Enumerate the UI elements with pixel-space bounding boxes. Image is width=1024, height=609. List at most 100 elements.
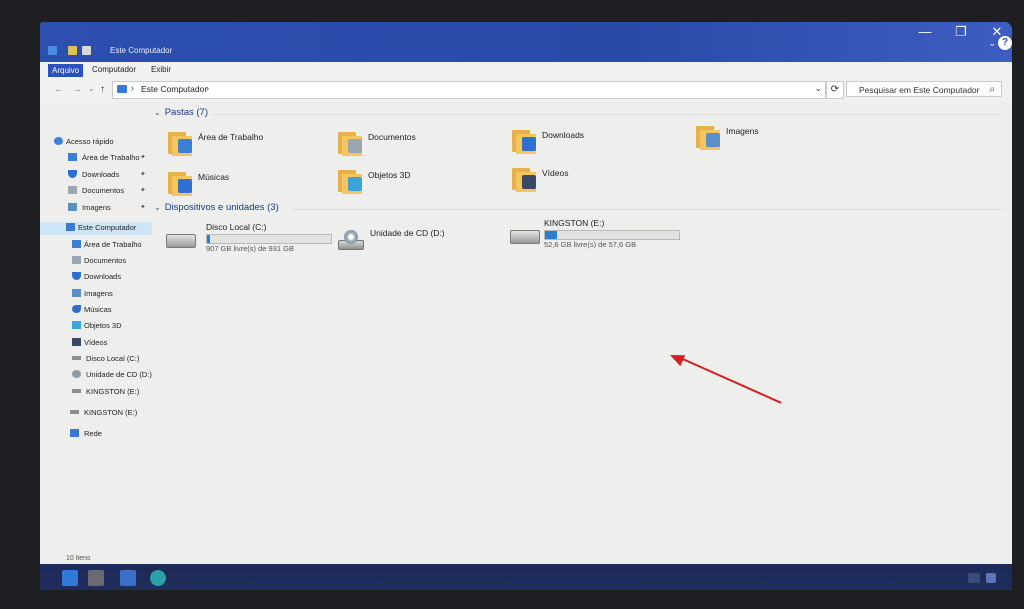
sidebar-item-pc-downloads[interactable]: Downloads: [40, 271, 152, 284]
sidebar-item-pc-area-de-trabalho[interactable]: Área de Trabalho: [40, 239, 152, 252]
content-pane: ⌄ Pastas (7) Área de Trabalho Documentos …: [152, 102, 1012, 566]
sidebar-item-pc-objetos-3d[interactable]: Objetos 3D: [40, 320, 152, 333]
pictures-icon: [68, 203, 77, 211]
folder-icon: [696, 120, 722, 150]
system-tray-icon[interactable]: [968, 573, 980, 583]
file-explorer-taskbar-icon[interactable]: [88, 570, 104, 586]
drive-usage-bar: [544, 230, 680, 240]
hard-drive-icon: [72, 356, 81, 360]
sidebar-item-este-computador[interactable]: Este Computador: [40, 222, 152, 235]
notification-icon[interactable]: [986, 573, 996, 583]
search-input[interactable]: Pesquisar em Este Computador ⌕: [846, 81, 1002, 97]
sidebar-item-pc-musicas[interactable]: Músicas: [40, 304, 152, 317]
sidebar-item-pc-unidade-cd[interactable]: Unidade de CD (D:): [40, 369, 152, 382]
folder-objetos-3d[interactable]: Objetos 3D: [338, 164, 498, 204]
recent-locations-button[interactable]: ⌄: [88, 84, 95, 93]
sidebar-item-pc-imagens[interactable]: Imagens: [40, 288, 152, 301]
pin-icon: ✦: [140, 154, 146, 161]
devices-divider: [292, 209, 1002, 210]
sidebar-item-acesso-rapido[interactable]: Acesso rápido: [40, 136, 152, 149]
collapse-chevron-icon: ⌄: [154, 108, 161, 117]
sidebar-item-documentos[interactable]: Documentos ✦: [40, 185, 152, 198]
sidebar-item-pc-disco-local[interactable]: Disco Local (C:): [40, 353, 152, 366]
help-icon[interactable]: ?: [998, 36, 1012, 50]
downloads-icon: [72, 272, 81, 280]
breadcrumb-este-computador[interactable]: Este Computador: [141, 84, 207, 94]
breadcrumb-chevron-icon[interactable]: ›: [206, 83, 209, 93]
taskbar: [40, 564, 1012, 590]
folder-icon: [168, 166, 194, 196]
desktop-icon: [178, 139, 192, 153]
sidebar-item-rede[interactable]: Rede: [40, 428, 152, 441]
downloads-icon: [68, 170, 77, 178]
sidebar-item-pc-documentos[interactable]: Documentos: [40, 255, 152, 268]
drive-kingston[interactable]: KINGSTON (E:) 52,6 GB livre(s) de 57,6 G…: [510, 218, 690, 258]
pin-icon: ✦: [140, 204, 146, 211]
desktop-icon: [72, 240, 81, 248]
star-icon: [54, 137, 63, 145]
folder-videos[interactable]: Vídeos: [512, 162, 672, 202]
folder-area-de-trabalho[interactable]: Área de Trabalho: [168, 126, 328, 166]
videos-icon: [72, 338, 81, 346]
drive-unidade-cd[interactable]: Unidade de CD (D:): [336, 224, 516, 264]
title-bar: Este Computador — ❐ ✕ ⌄ ?: [40, 22, 1012, 62]
address-bar[interactable]: › Este Computador › ⌄: [112, 81, 826, 99]
minimize-button[interactable]: —: [910, 22, 940, 43]
folder-icon: [338, 126, 364, 156]
sidebar-item-area-de-trabalho[interactable]: Área de Trabalho ✦: [40, 152, 152, 165]
videos-icon: [522, 175, 536, 189]
objects-3d-icon: [72, 321, 81, 329]
documents-icon: [68, 186, 77, 194]
sidebar-item-pc-videos[interactable]: Vídeos: [40, 337, 152, 350]
store-icon[interactable]: [120, 570, 136, 586]
folder-downloads[interactable]: Downloads: [512, 124, 672, 164]
address-dropdown-icon[interactable]: ⌄: [814, 83, 822, 94]
folder-icon: [512, 162, 538, 192]
ribbon-tabs: Arquivo Computador Exibir: [40, 62, 1012, 79]
start-icon[interactable]: [62, 570, 78, 586]
documents-icon: [72, 256, 81, 264]
documents-icon: [348, 139, 362, 153]
address-row: ← → ⌄ ↑ › Este Computador › ⌄ ⟳ Pesquisa…: [40, 78, 1012, 102]
drive-usage-bar: [206, 234, 332, 244]
folder-icon: [168, 126, 194, 156]
sidebar-item-downloads[interactable]: Downloads ✦: [40, 169, 152, 182]
sidebar-item-pc-kingston[interactable]: KINGSTON (E:): [40, 386, 152, 399]
properties-icon[interactable]: [68, 46, 77, 55]
sidebar-item-kingston[interactable]: KINGSTON (E:): [40, 407, 152, 420]
expand-ribbon-icon[interactable]: ⌄: [988, 38, 996, 49]
folder-musicas[interactable]: Músicas: [168, 166, 328, 206]
collapse-chevron-icon: ⌄: [154, 203, 161, 212]
devices-group-header[interactable]: ⌄ Dispositivos e unidades (3): [154, 202, 279, 213]
back-button[interactable]: ←: [54, 84, 64, 95]
up-button[interactable]: ↑: [100, 84, 105, 95]
folder-imagens[interactable]: Imagens: [696, 120, 856, 160]
search-placeholder: Pesquisar em Este Computador: [859, 85, 980, 95]
music-icon: [72, 305, 81, 313]
status-bar-item-count: 10 itens: [66, 555, 91, 562]
refresh-button[interactable]: ⟳: [826, 81, 844, 99]
drive-usage-fill: [207, 235, 211, 243]
forward-button[interactable]: →: [72, 84, 82, 95]
folder-documentos[interactable]: Documentos: [338, 126, 498, 166]
new-folder-icon[interactable]: [82, 46, 91, 55]
usb-drive-icon: [72, 389, 81, 393]
folders-group-header[interactable]: ⌄ Pastas (7): [154, 107, 208, 118]
search-icon: ⌕: [989, 84, 995, 95]
breadcrumb-separator-icon[interactable]: ›: [131, 83, 134, 93]
tab-computador[interactable]: Computador: [86, 64, 142, 75]
tab-exibir[interactable]: Exibir: [145, 64, 177, 75]
drive-disco-local[interactable]: Disco Local (C:) 907 GB livre(s) de 931 …: [166, 222, 346, 262]
navigation-pane: Acesso rápido Área de Trabalho ✦ Downloa…: [40, 102, 152, 570]
sidebar-item-imagens[interactable]: Imagens ✦: [40, 202, 152, 215]
maximize-button[interactable]: ❐: [946, 22, 976, 43]
folders-divider: [212, 114, 1002, 115]
objects-3d-icon: [348, 177, 362, 191]
pictures-icon: [72, 289, 81, 297]
computer-icon: [117, 85, 127, 93]
edge-icon[interactable]: [150, 570, 166, 586]
usb-drive-icon: [70, 410, 79, 414]
music-icon: [178, 179, 192, 193]
cd-drive-icon: [72, 370, 81, 378]
tab-arquivo[interactable]: Arquivo: [48, 64, 84, 77]
